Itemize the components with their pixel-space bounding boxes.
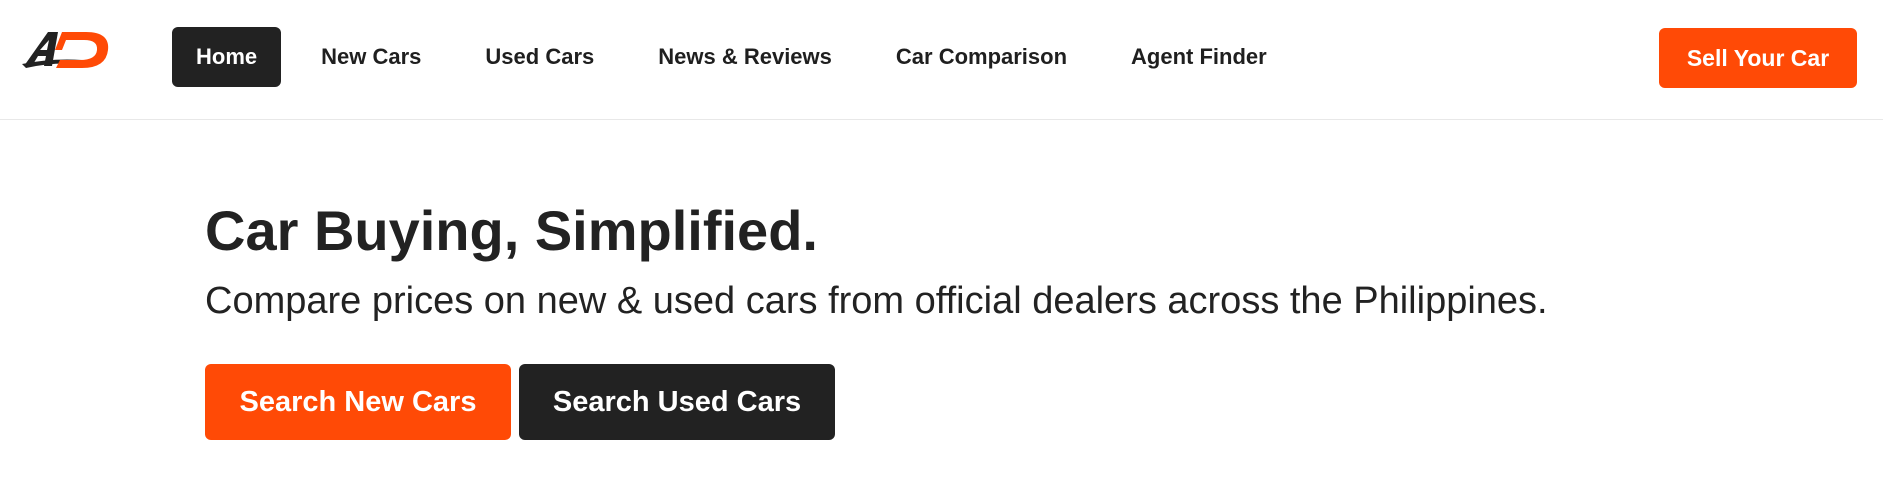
nav-item-new-cars[interactable]: New Cars [297,27,445,87]
nav-item-agent-finder[interactable]: Agent Finder [1107,27,1291,87]
hero-subtitle: Compare prices on new & used cars from o… [205,280,1548,322]
sell-your-car-button[interactable]: Sell Your Car [1659,28,1857,88]
hero-section: Car Buying, Simplified. Compare prices o… [205,190,1705,326]
search-new-cars-button[interactable]: Search New Cars [205,364,511,440]
search-used-cars-button[interactable]: Search Used Cars [519,364,835,440]
nav-item-used-cars[interactable]: Used Cars [461,27,618,87]
ad-logo-icon[interactable] [22,28,114,72]
site-header: Home New Cars Used Cars News & Reviews C… [0,0,1883,120]
main-nav: Home New Cars Used Cars News & Reviews C… [172,27,1307,87]
hero-actions: Search New Cars Search Used Cars [205,364,835,440]
hero-title: Car Buying, Simplified. [205,199,818,262]
nav-item-news-reviews[interactable]: News & Reviews [634,27,856,87]
nav-item-home[interactable]: Home [172,27,282,87]
nav-item-car-comparison[interactable]: Car Comparison [872,27,1091,87]
